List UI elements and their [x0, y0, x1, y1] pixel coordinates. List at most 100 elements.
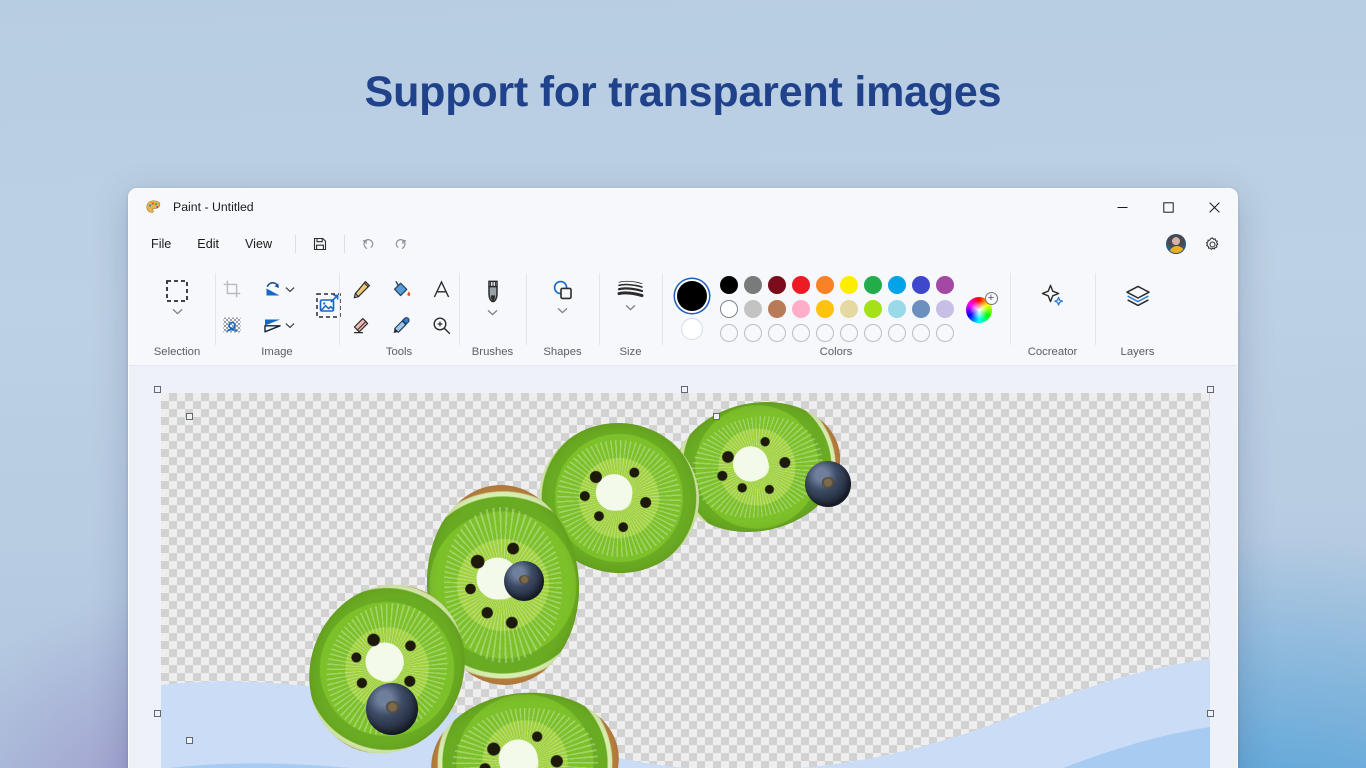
ribbon-group-size: Size — [599, 263, 662, 365]
paint-palette-icon — [146, 199, 161, 213]
chevron-down-icon — [557, 307, 568, 314]
color-swatch-row1-8[interactable] — [887, 276, 906, 294]
settings-button[interactable] — [1197, 230, 1227, 258]
color-swatch-row1-5[interactable] — [815, 276, 834, 294]
ribbon-group-image: Image — [212, 263, 341, 365]
sparkle-icon — [1041, 284, 1063, 306]
rotate-tool[interactable] — [252, 272, 304, 306]
color-swatch-row2-3[interactable] — [767, 300, 786, 318]
layers-tool[interactable] — [1112, 271, 1164, 312]
color-swatch-row1-2[interactable] — [743, 276, 762, 294]
menu-item-edit[interactable]: Edit — [185, 232, 231, 256]
eraser-tool[interactable] — [341, 308, 381, 342]
color-swatch-row2-10[interactable] — [935, 300, 954, 318]
title-bar: Paint - Untitled — [129, 189, 1237, 225]
color-swatch-row2-1[interactable] — [719, 300, 738, 318]
canvas-handle-middle-left[interactable] — [186, 737, 193, 744]
close-button[interactable] — [1191, 189, 1237, 225]
pencil-tool[interactable] — [341, 272, 381, 306]
primary-color-swatch[interactable] — [676, 281, 707, 311]
color-swatch-row3-3[interactable] — [767, 324, 786, 342]
fill-tool[interactable] — [381, 272, 421, 306]
text-tool[interactable] — [421, 272, 461, 306]
ribbon-group-label-brushes: Brushes — [471, 346, 514, 358]
rectangular-selection-tool[interactable] — [151, 271, 203, 318]
color-swatch-row2-8[interactable] — [887, 300, 906, 318]
color-swatch-row1-10[interactable] — [935, 276, 954, 294]
remove-background-tool[interactable] — [212, 308, 252, 342]
eraser-icon — [353, 317, 368, 333]
resize-handle-top-right[interactable] — [1207, 386, 1214, 393]
current-colors — [676, 278, 707, 340]
color-swatch-row3-6[interactable] — [839, 324, 858, 342]
color-picker-tool[interactable] — [381, 308, 421, 342]
layers-stack-icon — [1125, 285, 1150, 307]
ribbon-group-label-layers: Layers — [1120, 346, 1155, 358]
color-swatch-row3-5[interactable] — [815, 324, 834, 342]
color-swatch-row3-8[interactable] — [887, 324, 906, 342]
color-swatch-row2-9[interactable] — [911, 300, 930, 318]
color-swatch-row3-9[interactable] — [911, 324, 930, 342]
flip-tool[interactable] — [252, 308, 304, 342]
brushes-tool[interactable] — [467, 271, 519, 319]
save-button[interactable] — [305, 230, 335, 258]
ribbon-group-label-shapes: Shapes — [543, 346, 582, 358]
add-custom-color-button[interactable]: + — [965, 292, 998, 323]
resize-handle-top-left[interactable] — [154, 386, 161, 393]
ribbon-group-colors: + Colors — [662, 263, 1010, 365]
account-button[interactable] — [1161, 230, 1191, 258]
canvas-handle-top-left[interactable] — [186, 413, 193, 420]
ribbon-group-label-cocreator: Cocreator — [1027, 346, 1078, 358]
canvas-area[interactable] — [129, 366, 1237, 768]
undo-button[interactable] — [354, 230, 384, 258]
canvas-handle-top-center[interactable] — [713, 413, 720, 420]
color-swatch-row2-7[interactable] — [863, 300, 882, 318]
menu-divider-2 — [344, 235, 346, 253]
color-swatch-row2-5[interactable] — [815, 300, 834, 318]
resize-handle-middle-right[interactable] — [1207, 710, 1214, 717]
blueberry-top-right — [805, 461, 851, 507]
plus-badge-icon: + — [984, 292, 998, 305]
redo-button[interactable] — [384, 230, 414, 258]
secondary-color-swatch[interactable] — [680, 318, 703, 340]
menu-item-view[interactable]: View — [233, 232, 284, 256]
remove-background-icon — [223, 317, 241, 333]
drawing-canvas[interactable] — [161, 393, 1210, 768]
chevron-down-icon — [487, 309, 498, 316]
ribbon-group-label-size: Size — [619, 346, 642, 358]
ribbon-group-label-tools: Tools — [385, 346, 413, 358]
resize-handle-top-center[interactable] — [681, 386, 688, 393]
size-tool[interactable] — [605, 271, 657, 314]
color-swatch-row1-4[interactable] — [791, 276, 810, 294]
menu-item-file[interactable]: File — [139, 232, 183, 256]
ribbon-group-selection: Selection — [139, 263, 215, 365]
menu-bar: File Edit View — [129, 225, 1237, 263]
color-swatch-row2-6[interactable] — [839, 300, 858, 318]
minimize-button[interactable] — [1099, 189, 1145, 225]
color-swatch-row3-10[interactable] — [935, 324, 954, 342]
window-controls — [1099, 189, 1237, 225]
color-swatch-row3-1[interactable] — [719, 324, 738, 342]
crop-tool[interactable] — [212, 272, 252, 306]
magnifier-tool[interactable] — [421, 308, 461, 342]
color-swatch-row3-2[interactable] — [743, 324, 762, 342]
color-swatch-row1-9[interactable] — [911, 276, 930, 294]
cocreator-tool[interactable] — [1027, 271, 1079, 312]
color-swatch-row3-7[interactable] — [863, 324, 882, 342]
resize-handle-middle-left[interactable] — [154, 710, 161, 717]
ribbon-group-label-selection: Selection — [153, 346, 201, 358]
shapes-tool[interactable] — [537, 271, 589, 317]
resize-image-icon — [315, 292, 341, 318]
flip-icon — [263, 319, 281, 333]
color-swatch-row2-2[interactable] — [743, 300, 762, 318]
color-swatch-row1-6[interactable] — [839, 276, 858, 294]
magnifier-plus-icon — [432, 316, 450, 334]
color-swatch-row2-4[interactable] — [791, 300, 810, 318]
color-swatch-row1-1[interactable] — [719, 276, 738, 294]
color-swatch-row3-4[interactable] — [791, 324, 810, 342]
color-swatch-row1-3[interactable] — [767, 276, 786, 294]
user-avatar-icon — [1166, 234, 1186, 254]
chevron-down-icon — [285, 322, 294, 328]
maximize-button[interactable] — [1145, 189, 1191, 225]
color-swatch-row1-7[interactable] — [863, 276, 882, 294]
